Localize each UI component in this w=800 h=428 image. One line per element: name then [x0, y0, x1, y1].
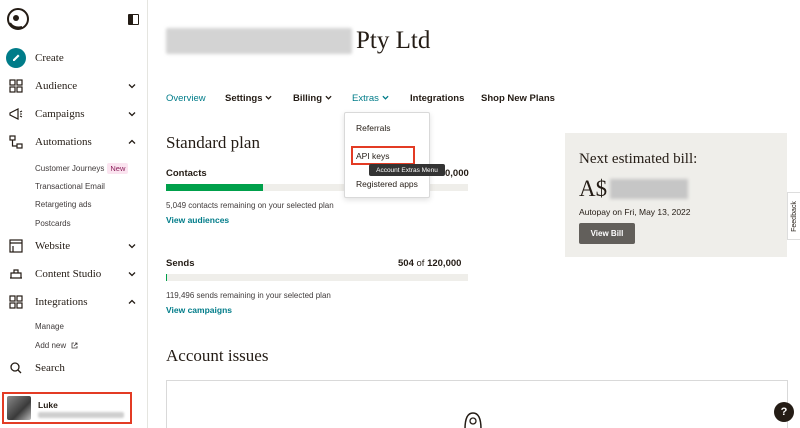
tab-billing[interactable]: Billing: [293, 93, 332, 104]
view-audiences-link[interactable]: View audiences: [166, 215, 229, 225]
nav-content-studio[interactable]: Content Studio: [0, 262, 148, 286]
issues-illustration-icon: [464, 412, 482, 428]
audience-icon: [9, 79, 23, 93]
content-studio-icon: [10, 269, 22, 279]
sub-customer-journeys-label: Customer Journeys: [35, 164, 105, 173]
contacts-label: Contacts: [166, 168, 207, 179]
extras-dropdown-menu: Referrals API keys Registered apps: [344, 112, 430, 198]
sends-used: 504: [398, 258, 414, 269]
sends-total: 120,000: [427, 258, 462, 269]
bill-currency: A$: [579, 176, 608, 201]
bill-amount-redacted: [610, 179, 689, 199]
website-icon: [9, 239, 23, 253]
contacts-progress-fill: [166, 184, 263, 191]
next-bill-card: Next estimated bill: A$ Autopay on Fri, …: [565, 133, 787, 257]
nav-automations-label: Automations: [35, 136, 92, 148]
nav-automations[interactable]: Automations: [0, 130, 148, 154]
user-name: Luke: [38, 400, 58, 410]
tab-extras-label: Extras: [352, 93, 379, 104]
menu-item-referrals[interactable]: Referrals: [356, 123, 390, 133]
nav-create-label: Create: [35, 52, 64, 64]
feedback-tab[interactable]: Feedback: [787, 192, 800, 240]
sub-retargeting-ads[interactable]: Retargeting ads: [35, 200, 91, 209]
nav-campaigns[interactable]: Campaigns: [0, 102, 148, 126]
nav-search-label: Search: [35, 362, 65, 374]
nav-search[interactable]: Search: [0, 356, 148, 380]
new-badge: New: [107, 163, 129, 174]
menu-item-registered-apps[interactable]: Registered apps: [356, 179, 418, 189]
mailchimp-logo-icon[interactable]: [6, 7, 30, 31]
megaphone-icon: [9, 108, 23, 120]
sub-add-new[interactable]: Add new: [35, 341, 78, 350]
sub-transactional-email[interactable]: Transactional Email: [35, 182, 105, 191]
sends-progress-bar: [166, 274, 468, 281]
company-name: Pty Ltd: [166, 26, 430, 56]
tab-settings-label: Settings: [225, 93, 263, 104]
bill-title: Next estimated bill:: [579, 151, 698, 167]
chevron-up-icon: [128, 299, 136, 304]
sub-customer-journeys[interactable]: Customer Journeys New: [35, 163, 129, 174]
contacts-remaining: 5,049 contacts remaining on your selecte…: [166, 201, 334, 210]
chevron-down-icon: [325, 95, 332, 100]
sends-value: 504 of 120,000: [398, 258, 461, 269]
chevron-down-icon: [128, 84, 136, 89]
nav-audience[interactable]: Audience: [0, 74, 148, 98]
plan-title: Standard plan: [166, 133, 260, 152]
nav-website-label: Website: [35, 240, 71, 252]
bill-amount: A$: [579, 176, 689, 202]
view-campaigns-link[interactable]: View campaigns: [166, 305, 232, 315]
extras-menu-tooltip: Account Extras Menu: [369, 164, 445, 176]
autopay-date: Autopay on Fri, May 13, 2022: [579, 207, 691, 217]
sends-remaining: 119,496 sends remaining in your selected…: [166, 291, 331, 300]
tab-integrations[interactable]: Integrations: [410, 93, 464, 104]
external-link-icon: [71, 342, 78, 349]
contacts-value: 0,000: [445, 168, 469, 179]
automations-icon: [9, 135, 23, 149]
integrations-icon: [9, 295, 23, 309]
chevron-down-icon: [265, 95, 272, 100]
tab-extras[interactable]: Extras: [352, 93, 389, 104]
chevron-down-icon: [381, 95, 389, 100]
tab-settings[interactable]: Settings: [225, 93, 272, 104]
pencil-icon: [6, 48, 26, 68]
sidebar: Create Audience Campaigns Automations Cu: [0, 0, 148, 428]
view-bill-button[interactable]: View Bill: [579, 223, 635, 244]
nav-create[interactable]: Create: [0, 46, 148, 70]
tab-billing-label: Billing: [293, 93, 323, 104]
account-issues-panel: [166, 380, 788, 428]
nav-integrations-label: Integrations: [35, 296, 88, 308]
company-name-suffix: Pty Ltd: [356, 27, 431, 54]
menu-item-api-keys[interactable]: API keys: [356, 151, 390, 161]
chevron-down-icon: [128, 272, 136, 277]
nav-campaigns-label: Campaigns: [35, 108, 85, 120]
tab-overview[interactable]: Overview: [166, 93, 206, 104]
sub-add-new-label: Add new: [35, 341, 67, 350]
user-org-redacted: [38, 412, 124, 418]
sub-manage[interactable]: Manage: [35, 322, 64, 331]
collapse-sidebar-icon[interactable]: [128, 14, 139, 25]
chevron-down-icon: [128, 112, 136, 117]
nav-audience-label: Audience: [35, 80, 78, 92]
avatar: [7, 396, 31, 420]
sends-of: of: [416, 258, 425, 269]
sends-progress-fill: [166, 274, 168, 281]
nav-website[interactable]: Website: [0, 234, 148, 258]
sends-label: Sends: [166, 258, 195, 269]
nav-integrations[interactable]: Integrations: [0, 290, 148, 314]
sub-postcards[interactable]: Postcards: [35, 219, 71, 228]
search-icon: [10, 362, 22, 374]
account-menu[interactable]: Luke: [2, 392, 132, 424]
company-name-redacted: [166, 28, 352, 54]
account-issues-title: Account issues: [166, 346, 269, 365]
chevron-down-icon: [128, 244, 136, 249]
chevron-up-icon: [128, 139, 136, 144]
nav-content-studio-label: Content Studio: [35, 268, 102, 280]
help-button[interactable]: ?: [774, 402, 794, 422]
feedback-label: Feedback: [790, 200, 798, 232]
tab-shop-new-plans[interactable]: Shop New Plans: [481, 93, 555, 104]
